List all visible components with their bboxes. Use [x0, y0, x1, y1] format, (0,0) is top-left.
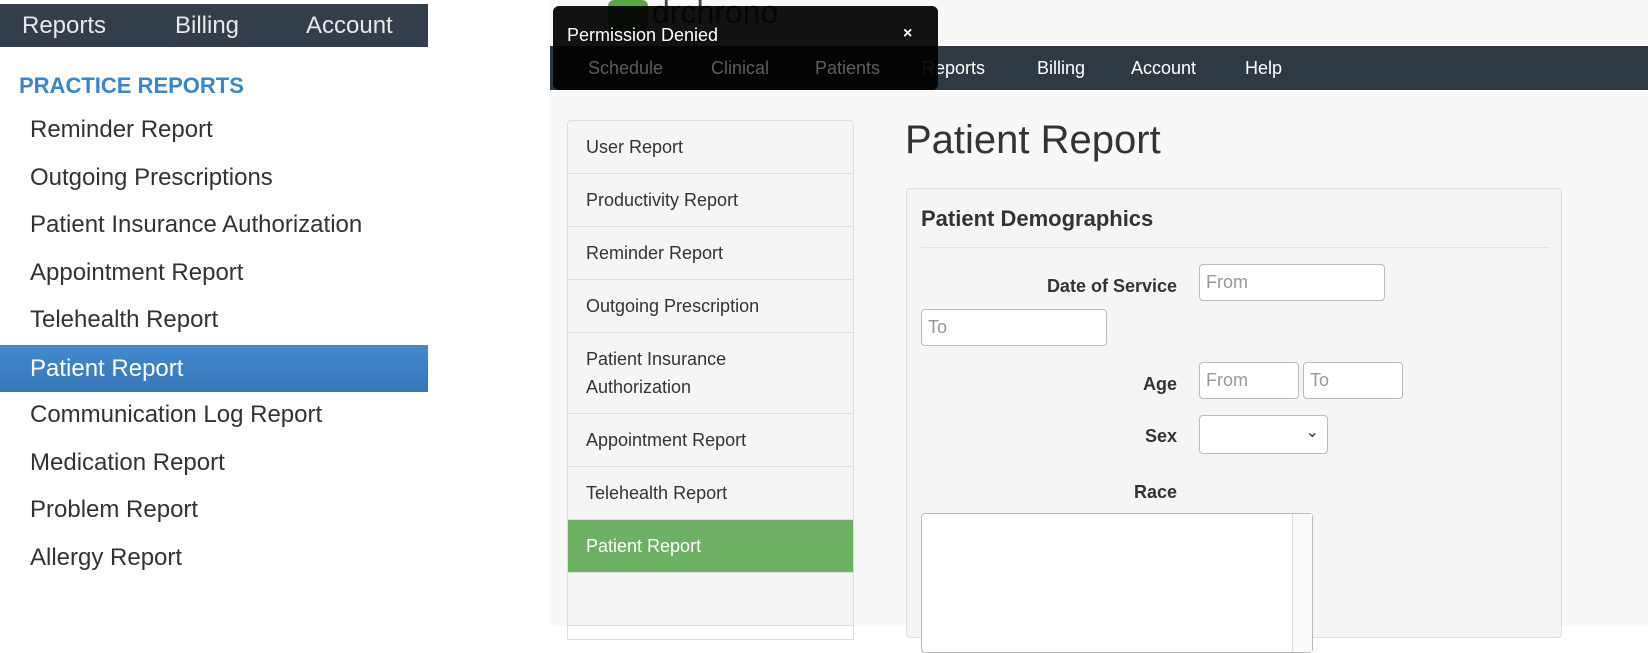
sex-label: Sex — [1144, 426, 1177, 446]
age-to-input[interactable] — [1303, 362, 1403, 399]
sex-select[interactable]: ⌄ — [1199, 415, 1328, 454]
nav-account[interactable]: Account — [1131, 58, 1196, 79]
sidebar-item-telehealth-report[interactable]: Telehealth Report — [568, 467, 853, 520]
main-nav-dimmed-items: Schedule Clinical Patients — [550, 46, 950, 90]
race-label: Race — [1133, 482, 1177, 502]
nav-schedule[interactable]: Schedule — [588, 58, 663, 79]
left-item-telehealth-report[interactable]: Telehealth Report — [0, 296, 428, 343]
sidebar-item-user-report[interactable]: User Report — [568, 121, 853, 174]
sidebar-item-next[interactable] — [568, 573, 853, 626]
left-item-communication-log-report[interactable]: Communication Log Report — [0, 391, 428, 438]
left-item-outgoing-prescriptions[interactable]: Outgoing Prescriptions — [0, 154, 428, 201]
sidebar-item-appointment-report[interactable]: Appointment Report — [568, 414, 853, 467]
nav-patients[interactable]: Patients — [815, 58, 880, 79]
nav-clinical[interactable]: Clinical — [711, 58, 769, 79]
nav-billing[interactable]: Billing — [1037, 58, 1085, 79]
sidebar-item-patient-insurance-authorization[interactable]: Patient Insurance Authorization — [568, 333, 853, 414]
sidebar-item-reminder-report[interactable]: Reminder Report — [568, 227, 853, 280]
sidebar-item-patient-report[interactable]: Patient Report — [568, 520, 853, 573]
patient-demographics-panel: Patient Demographics Date of Service Age… — [906, 188, 1562, 653]
left-item-appointment-report[interactable]: Appointment Report — [0, 249, 428, 296]
age-from-input[interactable] — [1199, 362, 1299, 399]
date-to-input[interactable] — [921, 309, 1107, 346]
date-of-service-label: Date of Service — [1046, 276, 1177, 296]
nav-help[interactable]: Help — [1245, 58, 1282, 79]
report-sidebar: User Report Productivity Report Reminder… — [567, 120, 854, 640]
scrollbar[interactable] — [1292, 514, 1312, 652]
left-item-problem-report[interactable]: Problem Report — [0, 486, 428, 533]
left-item-medication-report[interactable]: Medication Report — [0, 439, 428, 486]
left-item-patient-report[interactable]: Patient Report — [0, 345, 428, 392]
toast-title: Permission Denied — [567, 25, 719, 45]
left-top-nav: Reports Billing Account — [0, 4, 428, 47]
left-item-reminder-report[interactable]: Reminder Report — [0, 106, 428, 153]
page-title: Patient Report — [905, 118, 1161, 162]
sidebar-item-outgoing-prescription[interactable]: Outgoing Prescription — [568, 280, 853, 333]
practice-reports-heading: PRACTICE REPORTS — [19, 73, 244, 98]
age-label: Age — [1142, 374, 1177, 394]
left-item-allergy-report[interactable]: Allergy Report — [0, 534, 428, 581]
sidebar-item-productivity-report[interactable]: Productivity Report — [568, 174, 853, 227]
divider — [921, 247, 1549, 248]
left-item-patient-insurance-authorization[interactable]: Patient Insurance Authorization — [0, 201, 428, 248]
panel-heading: Patient Demographics — [921, 206, 1154, 231]
nav-reports[interactable]: Reports — [22, 12, 106, 40]
nav-account[interactable]: Account — [306, 12, 393, 40]
race-multiselect[interactable] — [921, 513, 1313, 653]
close-icon[interactable]: × — [903, 25, 912, 43]
nav-billing[interactable]: Billing — [175, 12, 239, 40]
date-from-input[interactable] — [1199, 264, 1385, 301]
chevron-down-icon: ⌄ — [1305, 424, 1319, 441]
